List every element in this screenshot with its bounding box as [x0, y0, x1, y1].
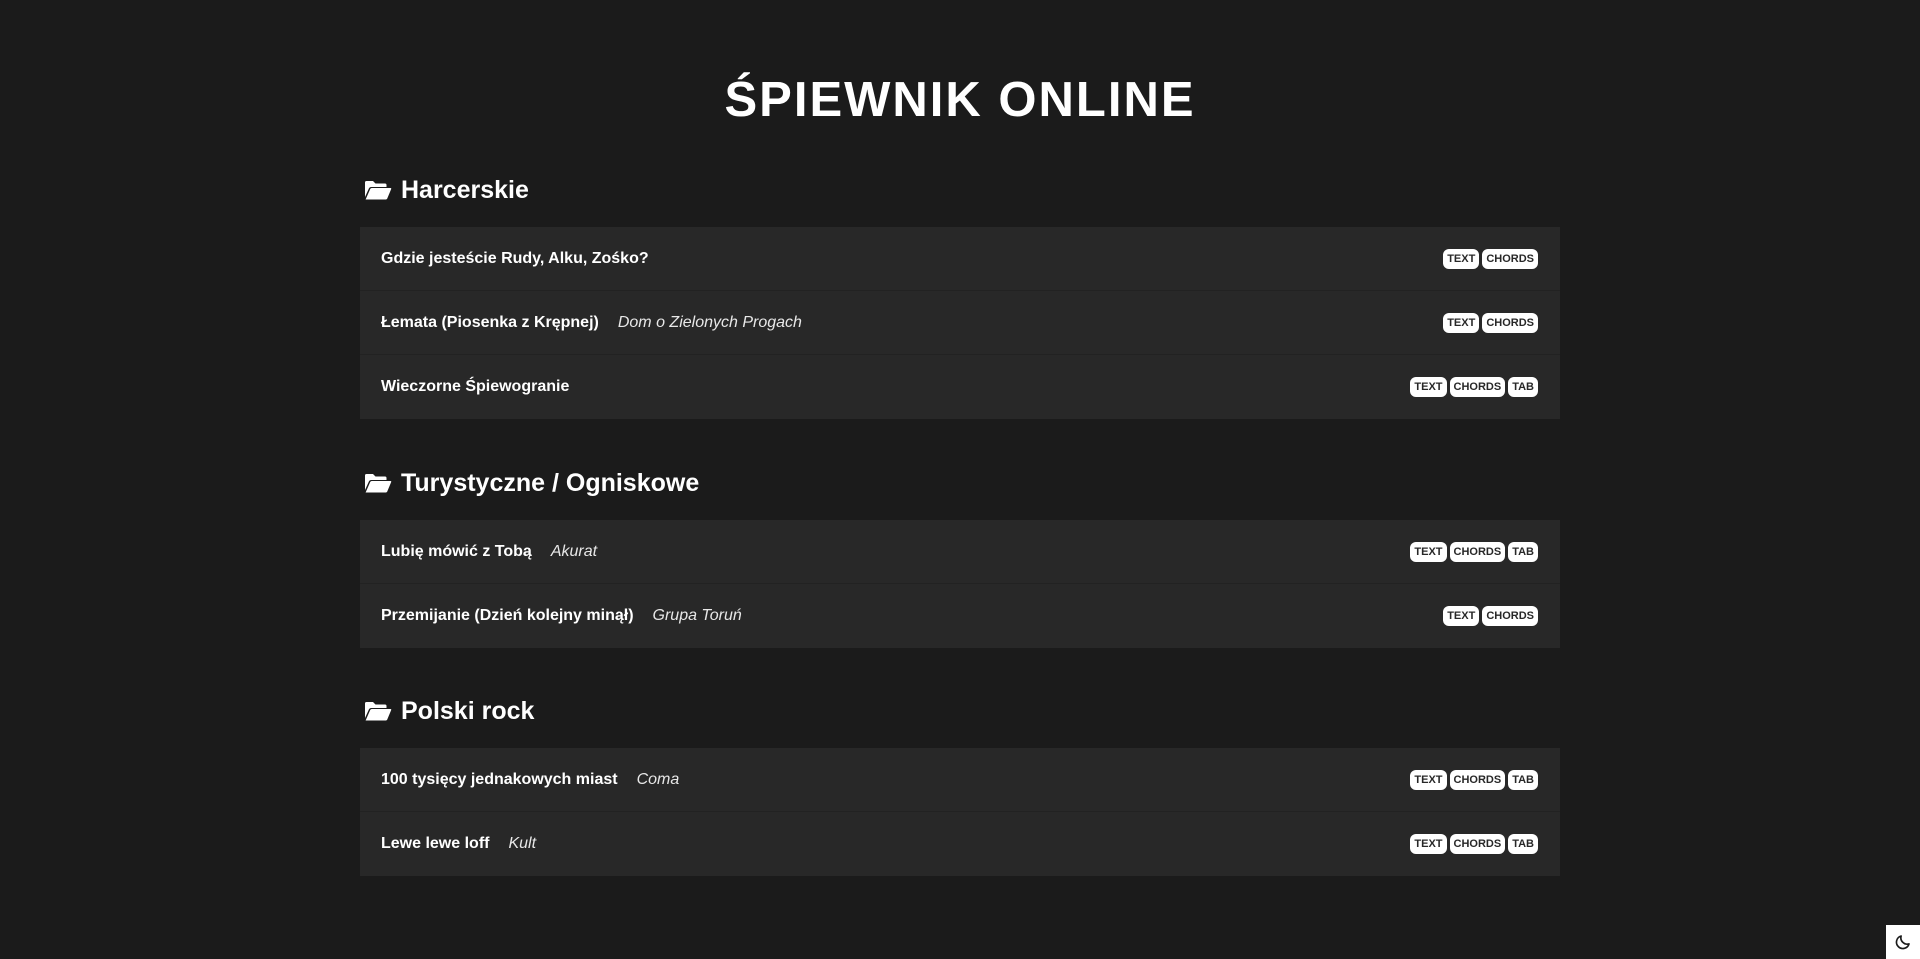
song-row[interactable]: Wieczorne Śpiewogranie TEXT CHORDS TAB [360, 355, 1560, 419]
category-header[interactable]: Turystyczne / Ogniskowe [360, 463, 1560, 503]
format-badge-text[interactable]: TEXT [1410, 377, 1447, 397]
format-badge-text[interactable]: TEXT [1443, 606, 1480, 626]
format-badges: TEXT CHORDS TAB [1410, 834, 1538, 854]
folder-open-icon [364, 472, 392, 494]
format-badge-chords[interactable]: CHORDS [1449, 769, 1506, 790]
song-row[interactable]: Gdzie jesteście Rudy, Alku, Zośko? TEXT CH… [360, 227, 1560, 291]
format-badge-text[interactable]: TEXT [1443, 248, 1480, 269]
folder-open-icon [364, 700, 392, 722]
song-artist: Akurat [550, 542, 598, 560]
song-list: 100 tysięcy jednakowych miast Coma TEXT CHO… [360, 748, 1560, 876]
format-badge-text[interactable]: TEXT [1443, 312, 1480, 333]
category-section: Turystyczne / Ogniskowe Lubię mówić z Tob… [360, 463, 1560, 648]
song-list: Gdzie jesteście Rudy, Alku, Zośko? TEXT CH… [360, 227, 1560, 419]
format-badges: TEXT CHORDS TAB [1410, 769, 1538, 790]
song-artist: Coma [636, 770, 680, 788]
theme-toggle-button[interactable] [1886, 925, 1920, 959]
folder-open-icon [364, 179, 392, 201]
site-title: ŚPIEWNIK ONLINE [724, 73, 1196, 127]
format-badges: TEXT CHORDS [1443, 606, 1538, 626]
category-title: Polski rock [401, 697, 535, 725]
format-badge-tab[interactable]: TAB [1508, 769, 1538, 790]
category-header[interactable]: Polski rock [360, 691, 1560, 731]
page: ŚPIEWNIK ONLINE Harcerskie Gdzie jesteści… [0, 0, 1920, 959]
song-title[interactable]: Gdzie jesteście Rudy, Alku, Zośko? [381, 250, 649, 268]
format-badge-text[interactable]: TEXT [1410, 769, 1447, 790]
song-title[interactable]: Lubię mówić z Tobą [381, 543, 532, 561]
song-artist: Kult [508, 835, 537, 852]
format-badge-chords[interactable]: CHORDS [1482, 312, 1538, 333]
song-row[interactable]: 100 tysięcy jednakowych miast Coma TEXT CHO… [360, 748, 1560, 812]
song-title[interactable]: 100 tysięcy jednakowych miast [381, 771, 618, 789]
song-artist: Dom o Zielonych Progach [617, 313, 802, 331]
format-badges: TEXT CHORDS TAB [1410, 377, 1538, 397]
song-row[interactable]: Lewe lewe loff Kult TEXT CHORDS TAB [360, 812, 1560, 876]
format-badge-chords[interactable]: CHORDS [1449, 541, 1506, 562]
song-artist: Grupa Toruń [652, 607, 742, 624]
format-badge-chords[interactable]: CHORDS [1482, 248, 1538, 269]
song-list: Lubię mówić z Tobą Akurat TEXT CHORDS TAB Prz… [360, 520, 1560, 648]
category-section: Polski rock 100 tysięcy jednakowych miast… [360, 691, 1560, 876]
format-badges: TEXT CHORDS [1443, 312, 1538, 333]
format-badge-chords[interactable]: CHORDS [1449, 834, 1506, 854]
format-badge-text[interactable]: TEXT [1410, 834, 1447, 854]
format-badges: TEXT CHORDS [1443, 248, 1538, 269]
format-badges: TEXT CHORDS TAB [1410, 541, 1538, 562]
song-row[interactable]: Łemata (Piosenka z Krępnej) Dom o Zielony… [360, 291, 1560, 355]
moon-icon [1895, 935, 1910, 950]
format-badge-tab[interactable]: TAB [1508, 377, 1538, 397]
format-badge-tab[interactable]: TAB [1508, 834, 1538, 854]
song-title[interactable]: Łemata (Piosenka z Krępnej) [381, 314, 599, 332]
category-header[interactable]: Harcerskie [360, 170, 1560, 210]
format-badge-chords[interactable]: CHORDS [1449, 377, 1506, 397]
song-row[interactable]: Przemijanie (Dzień kolejny minął) Grupa T… [360, 584, 1560, 648]
format-badge-text[interactable]: TEXT [1410, 541, 1447, 562]
song-title[interactable]: Przemijanie (Dzień kolejny minął) [381, 607, 634, 625]
song-title[interactable]: Lewe lewe loff [381, 835, 489, 853]
format-badge-tab[interactable]: TAB [1508, 541, 1538, 562]
category-title: Harcerskie [401, 176, 529, 204]
song-row[interactable]: Lubię mówić z Tobą Akurat TEXT CHORDS TAB [360, 520, 1560, 584]
format-badge-chords[interactable]: CHORDS [1482, 606, 1538, 626]
category-title: Turystyczne / Ogniskowe [401, 469, 700, 497]
category-section: Harcerskie Gdzie jesteście Rudy, Alku, Zo… [360, 170, 1560, 419]
song-title[interactable]: Wieczorne Śpiewogranie [381, 378, 569, 396]
